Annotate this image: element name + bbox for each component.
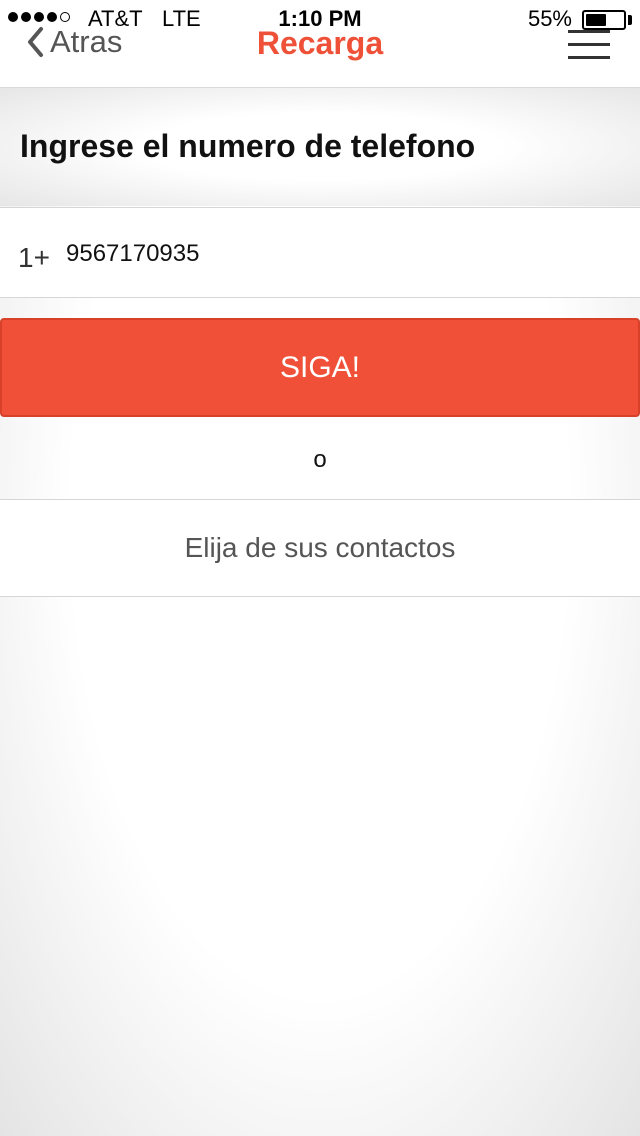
back-label: Atras bbox=[50, 24, 123, 59]
signal-dot-empty bbox=[60, 12, 70, 22]
top-bar: AT&T LTE 1:10 PM 55% Atras Recarga bbox=[0, 0, 640, 88]
hamburger-menu-icon[interactable] bbox=[568, 30, 610, 60]
battery-percent: 55% bbox=[527, 6, 572, 31]
battery-icon bbox=[582, 10, 626, 30]
chevron-left-icon bbox=[26, 26, 44, 58]
back-button[interactable]: Atras bbox=[26, 24, 122, 60]
phone-number-input[interactable] bbox=[66, 234, 606, 274]
phone-row: 1+ bbox=[0, 207, 640, 298]
continue-button[interactable]: SIGA! bbox=[0, 318, 640, 417]
choose-contacts-button[interactable]: Elija de sus contactos bbox=[0, 499, 640, 597]
section-heading: Ingrese el numero de telefono bbox=[20, 128, 476, 164]
network-type-label: LTE bbox=[162, 6, 201, 31]
menu-line bbox=[568, 56, 610, 59]
menu-line bbox=[568, 30, 610, 33]
country-code-prefix: 1+ bbox=[18, 242, 50, 273]
menu-line bbox=[568, 43, 610, 46]
signal-strength-icon bbox=[8, 12, 70, 22]
signal-dot bbox=[34, 12, 44, 22]
battery-fill bbox=[586, 14, 606, 26]
battery-tip bbox=[628, 15, 632, 25]
signal-dot bbox=[21, 12, 31, 22]
signal-dot bbox=[8, 12, 18, 22]
signal-dot bbox=[47, 12, 57, 22]
or-separator: o bbox=[313, 446, 327, 473]
